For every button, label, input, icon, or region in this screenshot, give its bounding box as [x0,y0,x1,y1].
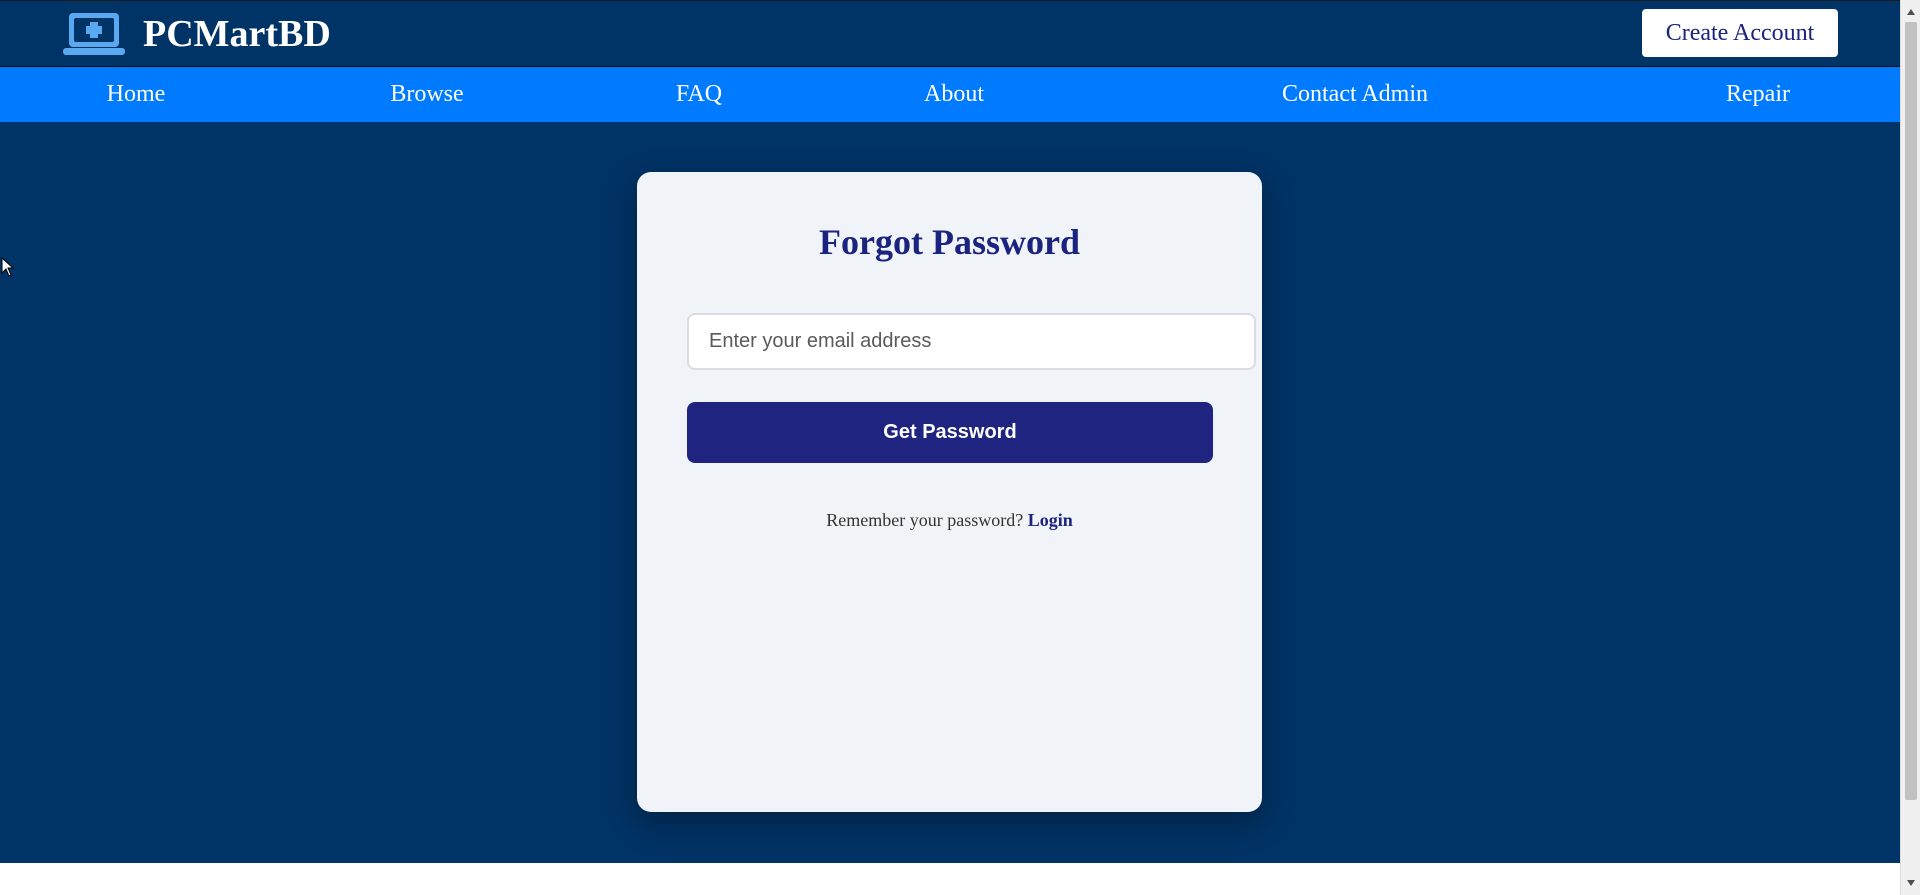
nav-item-home[interactable]: Home [107,67,166,122]
vertical-scrollbar[interactable] [1900,0,1920,895]
scroll-down-arrow-icon[interactable] [1901,873,1920,893]
nav-bar: Home Browse FAQ About Contact Admin Repa… [0,67,1900,122]
scrollbar-thumb[interactable] [1905,22,1917,800]
mouse-cursor-icon [1,257,15,277]
nav-item-browse[interactable]: Browse [390,67,463,122]
nav-item-repair[interactable]: Repair [1726,67,1790,122]
email-input[interactable] [687,313,1256,370]
nav-item-about[interactable]: About [924,67,984,122]
card-title: Forgot Password [819,222,1080,262]
page: PCMartBD Create Account Home Browse FAQ … [0,0,1900,895]
nav-item-contact-admin[interactable]: Contact Admin [1282,67,1428,122]
forgot-password-card: Forgot Password Get Password Remember yo… [637,172,1262,812]
top-header: PCMartBD Create Account [0,0,1900,67]
get-password-button[interactable]: Get Password [687,402,1213,463]
scroll-up-arrow-icon[interactable] [1901,2,1920,22]
brand[interactable]: PCMartBD [63,11,331,57]
main-content: Forgot Password Get Password Remember yo… [0,122,1900,863]
remember-label: Remember your password? [826,510,1024,530]
brand-name: PCMartBD [143,13,331,55]
create-account-button[interactable]: Create Account [1642,9,1838,57]
remember-password-text: Remember your password? Login [637,510,1262,531]
laptop-plus-icon [63,13,125,55]
login-link[interactable]: Login [1028,510,1073,530]
nav-item-faq[interactable]: FAQ [676,67,722,122]
